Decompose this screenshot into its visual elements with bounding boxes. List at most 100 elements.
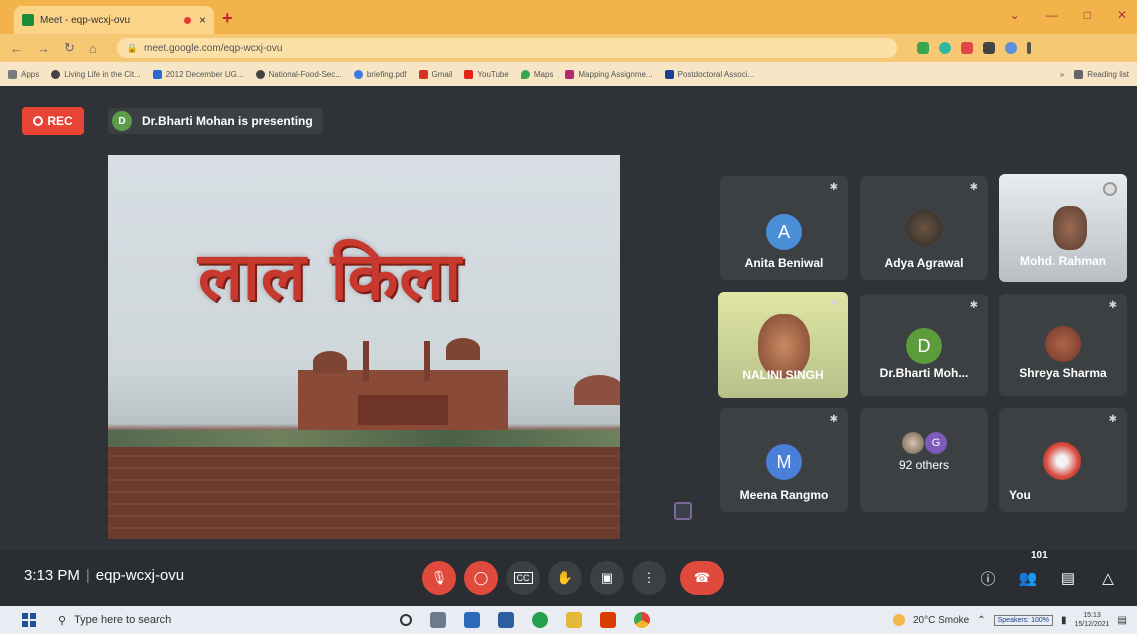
close-window-button[interactable]: ✕: [1117, 8, 1127, 22]
bookmark-item[interactable]: Postdoctoral Associ...: [664, 69, 754, 79]
participant-name: Dr.Bharti Moh...: [879, 366, 969, 380]
participant-video-tile[interactable]: ✱ NALINI SINGH: [718, 292, 848, 398]
bookmark-item[interactable]: Apps: [8, 69, 39, 79]
bookmark-icon: [51, 69, 61, 79]
profile-avatar-icon[interactable]: [1004, 42, 1017, 54]
minimize-button[interactable]: —: [1046, 8, 1058, 22]
maximize-button[interactable]: □: [1084, 8, 1091, 22]
bookmark-item[interactable]: briefing.pdf: [353, 69, 407, 79]
forward-icon[interactable]: →: [37, 41, 50, 56]
meeting-time: 3:13 PM: [24, 567, 80, 584]
store-icon[interactable]: [498, 612, 514, 628]
extension-green-icon[interactable]: [916, 42, 929, 54]
present-button[interactable]: ▣: [590, 561, 624, 595]
address-bar: ← → ↻ ⌂ 🔒 meet.google.com/eqp-wcxj-ovu: [0, 34, 1137, 62]
windows-start-icon[interactable]: [22, 613, 36, 627]
mic-toggle-button[interactable]: 🎙: [422, 561, 456, 595]
participant-photo: [1045, 326, 1081, 362]
participant-name: You: [1009, 488, 1031, 502]
tab-close-button[interactable]: ×: [199, 13, 206, 27]
chat-icon: ▤: [1060, 570, 1076, 587]
taskbar-date: 15/12/2021: [1074, 621, 1110, 628]
mic-off-icon: ✱: [829, 182, 838, 193]
meeting-details-button[interactable]: ⓘ: [974, 564, 1002, 592]
puzzle-icon[interactable]: [982, 42, 995, 54]
participant-tile[interactable]: ✱ Adya Agrawal: [860, 176, 988, 280]
extension-red-icon[interactable]: [960, 42, 973, 54]
participant-name: Mohd. Rahman: [1020, 254, 1106, 268]
people-icon: 👥: [1018, 570, 1038, 587]
more-bookmarks-icon[interactable]: »: [1060, 70, 1064, 79]
browser-tab-bar: Meet - eqp-wcxj-ovu × + ⌄ — □ ✕: [0, 0, 1137, 34]
presentation-thumbnail-icon[interactable]: [674, 502, 692, 520]
file-explorer-icon[interactable]: [566, 612, 582, 628]
bookmark-item[interactable]: National-Food-Sec...: [255, 69, 342, 79]
bookmark-item[interactable]: YouTube: [464, 69, 509, 79]
battery-icon[interactable]: ▮: [1061, 615, 1067, 626]
chat-button[interactable]: ▤: [1054, 564, 1082, 592]
participant-photo: [902, 432, 924, 454]
participant-name: Adya Agrawal: [884, 256, 964, 270]
people-button[interactable]: 👥: [1014, 564, 1042, 592]
self-tile[interactable]: ✱ You: [999, 408, 1127, 512]
office-icon[interactable]: [600, 612, 616, 628]
fort-dome-shape: [313, 351, 347, 373]
menu-kebab-icon[interactable]: [1026, 42, 1031, 54]
cortana-icon[interactable]: [400, 614, 412, 626]
activities-button[interactable]: △: [1094, 564, 1122, 592]
lock-icon: 🔒: [126, 42, 138, 53]
captions-button[interactable]: CC: [506, 561, 540, 595]
search-icon: ⚲: [58, 614, 67, 627]
meeting-info: 3:13 PM | eqp-wcxj-ovu: [24, 567, 185, 584]
back-icon[interactable]: ←: [10, 41, 23, 56]
bookmark-item[interactable]: 2012 December UG...: [152, 69, 244, 79]
reading-list-icon: [1074, 69, 1084, 79]
participant-tile[interactable]: ✱ Shreya Sharma: [999, 294, 1127, 396]
participant-tile[interactable]: ✱ D Dr.Bharti Moh...: [860, 294, 988, 396]
bookmark-item[interactable]: Living Life in the Cit...: [51, 69, 141, 79]
participant-tile[interactable]: ✱ M Meena Rangmo: [720, 408, 848, 512]
mic-off-icon: ✱: [969, 300, 978, 311]
weather-icon: [892, 614, 905, 626]
participant-video: [1053, 206, 1087, 250]
bookmark-item[interactable]: Maps: [520, 69, 553, 79]
participant-name: Anita Beniwal: [744, 256, 824, 270]
recording-dot-icon: [183, 16, 191, 24]
home-icon[interactable]: ⌂: [89, 41, 97, 56]
fort-dome-shape: [446, 338, 480, 360]
meeting-controls-bar: 3:13 PM | eqp-wcxj-ovu 🎙 ◯ CC ✋ ▣ ⋮ ☎ ⓘ 👥 …: [0, 550, 1137, 606]
reading-list-button[interactable]: Reading list: [1074, 69, 1129, 79]
chevron-down-icon[interactable]: ⌄: [1010, 8, 1020, 22]
notification-icon[interactable]: ▤: [1118, 615, 1127, 626]
recording-badge[interactable]: REC: [22, 107, 84, 135]
chrome-icon[interactable]: [634, 612, 650, 628]
weather-text[interactable]: 20°C Smoke: [913, 615, 969, 626]
reload-icon[interactable]: ↻: [64, 40, 75, 56]
clock-area[interactable]: 15:13 15/12/2021: [1075, 611, 1110, 629]
participant-tile[interactable]: ✱ A Anita Beniwal: [720, 176, 848, 280]
participant-photo: [1043, 442, 1081, 480]
url-field[interactable]: 🔒 meet.google.com/eqp-wcxj-ovu: [116, 38, 897, 58]
bookmark-item[interactable]: Mapping Assignme...: [565, 69, 653, 79]
participant-video-tile[interactable]: Mohd. Rahman: [999, 174, 1127, 282]
bookmark-icon: [8, 69, 17, 79]
new-tab-button[interactable]: +: [222, 8, 233, 29]
mic-off-icon: ✱: [829, 298, 838, 309]
bookmark-item[interactable]: Gmail: [418, 69, 452, 79]
search-placeholder: Type here to search: [74, 614, 172, 626]
raise-hand-button[interactable]: ✋: [548, 561, 582, 595]
browser-tab-meet[interactable]: Meet - eqp-wcxj-ovu ×: [14, 6, 214, 34]
leave-call-button[interactable]: ☎: [680, 561, 724, 595]
more-options-button[interactable]: ⋮: [632, 561, 666, 595]
task-view-icon[interactable]: [430, 612, 446, 628]
chevron-up-icon[interactable]: ⌃: [977, 615, 985, 626]
camera-toggle-button[interactable]: ◯: [464, 561, 498, 595]
participant-avatar: M: [766, 444, 802, 480]
others-tile[interactable]: G 92 others: [860, 408, 988, 512]
spotify-icon[interactable]: [532, 612, 548, 628]
taskbar-search[interactable]: ⚲ Type here to search: [58, 614, 338, 627]
meeting-code: eqp-wcxj-ovu: [95, 567, 185, 584]
camera-off-icon: ◯: [473, 570, 489, 585]
extension-teal-icon[interactable]: [938, 42, 951, 54]
mail-icon[interactable]: [464, 612, 480, 628]
